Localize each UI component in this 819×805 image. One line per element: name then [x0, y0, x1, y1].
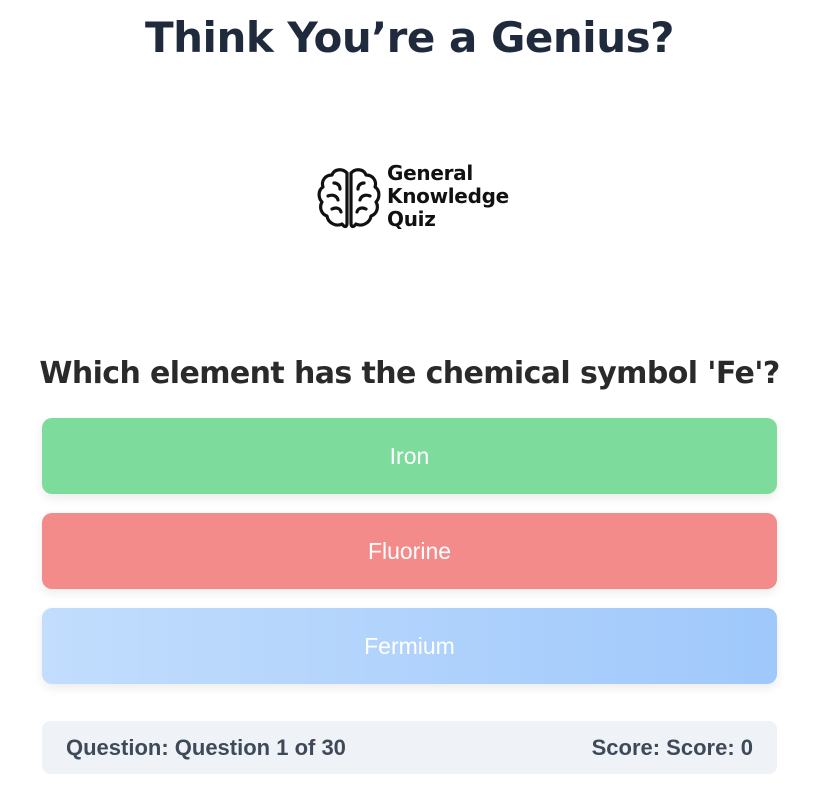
score-display: Score: Score: 0 [591, 734, 753, 760]
status-bar: Question: Question 1 of 30 Score: Score:… [42, 721, 777, 774]
answer-button-fluorine[interactable]: Fluorine [42, 513, 777, 589]
answer-button-iron[interactable]: Iron [42, 418, 777, 494]
question-text: Which element has the chemical symbol 'F… [39, 356, 780, 391]
question-counter: Question: Question 1 of 30 [66, 734, 346, 760]
logo-line-general: General [387, 161, 473, 185]
answer-button-fermium[interactable]: Fermium [42, 608, 777, 684]
quiz-logo: General Knowledge Quiz [314, 160, 514, 236]
answer-label: Iron [389, 442, 430, 469]
answer-label: Fermium [364, 632, 455, 659]
logo-line-knowledge: Knowledge [387, 184, 509, 208]
brain-icon [317, 168, 381, 229]
quiz-page: Think You’re a Genius? General Knowledge… [0, 0, 819, 805]
logo-wordmark: General Knowledge Quiz [387, 162, 509, 231]
page-title: Think You’re a Genius? [145, 13, 674, 62]
answer-label: Fluorine [367, 537, 452, 564]
logo-line-quiz: Quiz [387, 207, 436, 231]
